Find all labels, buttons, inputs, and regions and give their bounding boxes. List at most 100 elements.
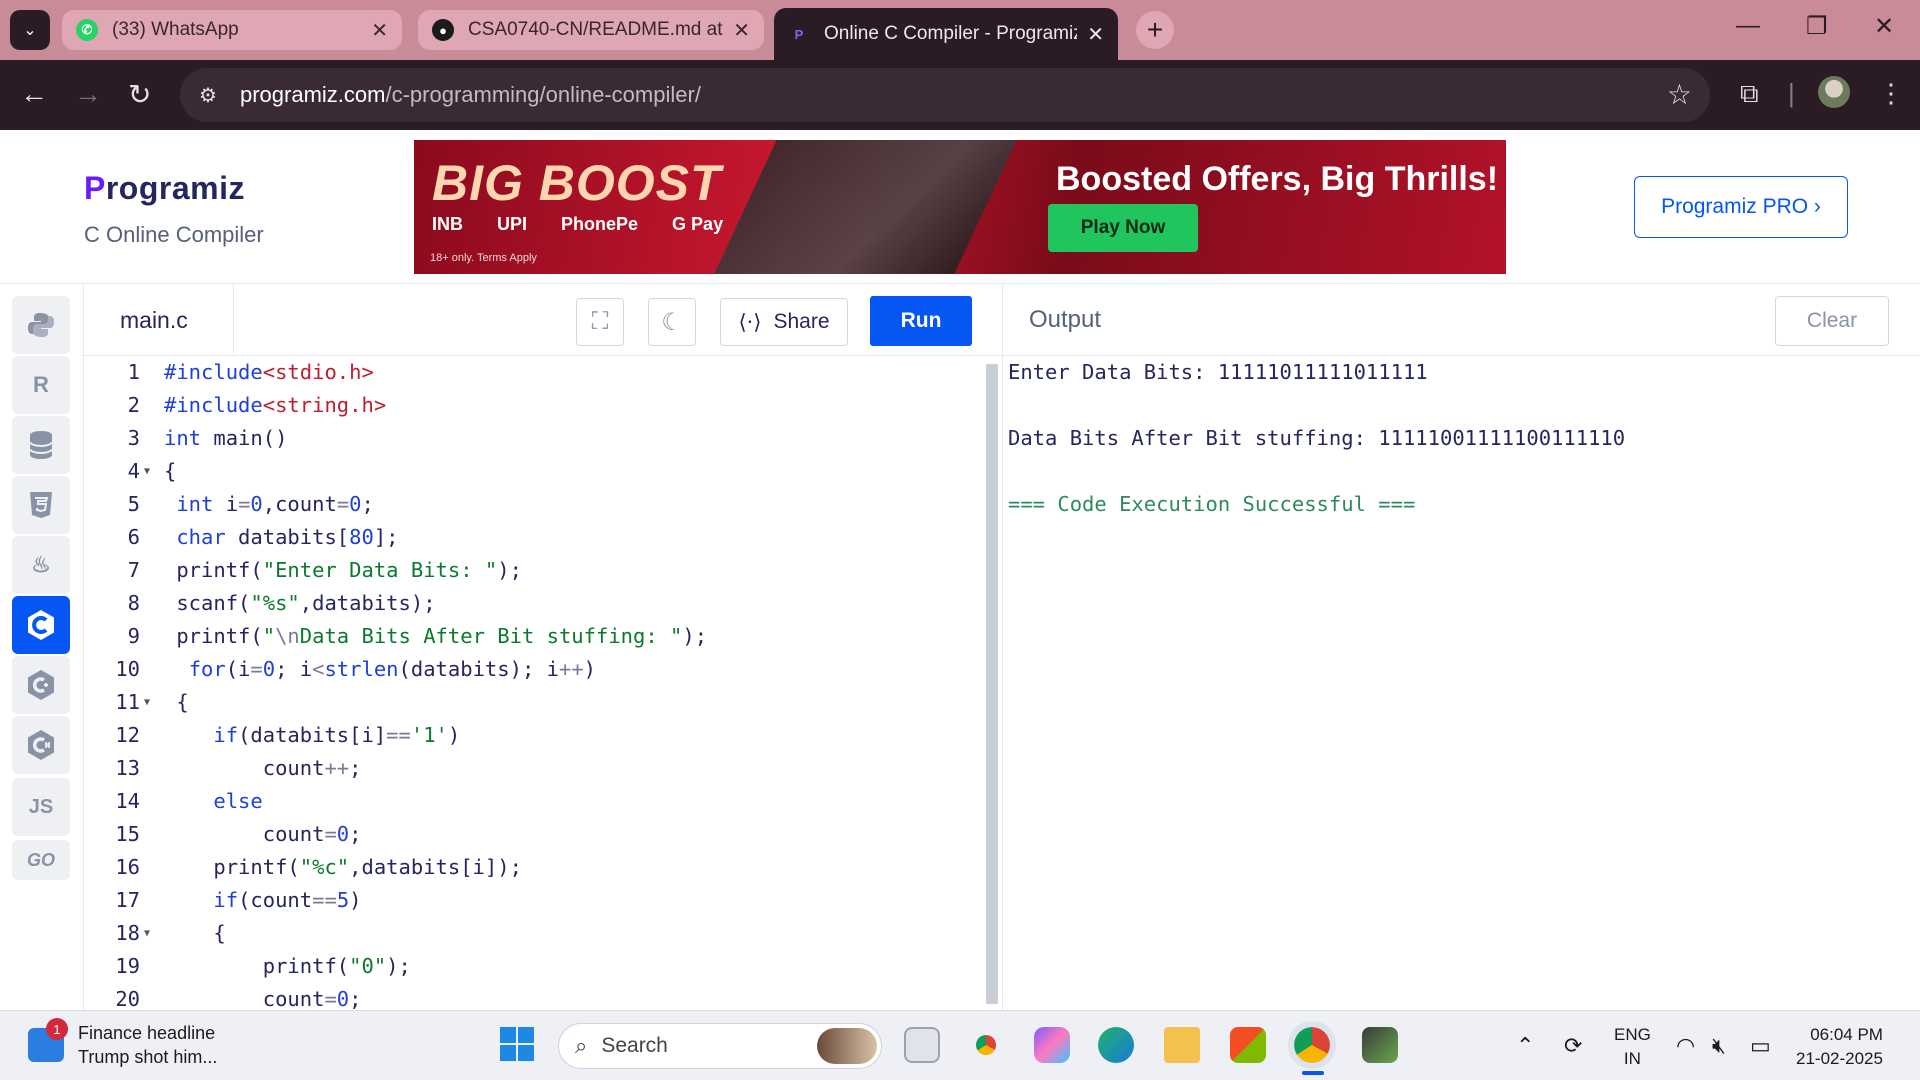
go-language-icon[interactable]: GO (12, 840, 70, 880)
windows-start-icon[interactable] (500, 1027, 534, 1061)
battery-icon[interactable]: ▭ (1750, 1033, 1771, 1059)
forward-icon[interactable]: → (74, 78, 102, 110)
share-button[interactable]: ⟨⋅⟩ Share (720, 298, 848, 346)
region-code: IN (1623, 1049, 1641, 1068)
site-info-icon[interactable]: ⚙ (188, 75, 228, 115)
cpp-language-icon[interactable] (12, 656, 70, 714)
programiz-pro-button[interactable]: Programiz PRO › (1634, 176, 1848, 238)
output-line: Enter Data Bits: 11111011111011111 (1008, 360, 1428, 384)
browser-toolbar: ← → ↻ ⚙ programiz.com/c-programming/onli… (0, 60, 1920, 130)
tab-whatsapp[interactable]: ✆ (33) WhatsApp ✕ (62, 10, 402, 50)
tab-title: Online C Compiler - Programiz (824, 23, 1078, 44)
back-icon[interactable]: ← (20, 78, 48, 110)
toolbar-separator: | (1788, 78, 1795, 108)
logo-initial: P (84, 170, 106, 206)
clear-button[interactable]: Clear (1775, 296, 1889, 346)
code-line: 4 ▼{ (84, 455, 984, 488)
java-icon[interactable]: ♨ (12, 536, 70, 594)
ad-decoration (702, 140, 1026, 274)
copilot-icon[interactable] (1034, 1027, 1070, 1063)
code-line: 10 for(i=0; i<strlen(databits); i++) (115, 657, 597, 681)
output-console[interactable]: Enter Data Bits: 11111011111011111 Data … (1008, 356, 1908, 1010)
ad-terms: 18+ only. Terms Apply (430, 252, 537, 264)
ad-payment-logo: G Pay (672, 214, 724, 234)
new-tab-button[interactable]: + (1136, 11, 1174, 49)
r-language-icon[interactable]: R (12, 356, 70, 414)
close-tab-icon[interactable]: ✕ (733, 18, 750, 43)
code-line: 16 printf("%c",databits[i]); (115, 855, 522, 879)
taskbar-search-box[interactable]: ⌕ Search (558, 1023, 882, 1069)
search-icon: ⌕ (575, 1033, 588, 1058)
ad-payment-logo: PhonePe (561, 214, 639, 234)
code-line: 1 #include<stdio.h> (127, 360, 374, 384)
task-view-icon[interactable] (904, 1027, 940, 1063)
tab-programiz[interactable]: P Online C Compiler - Programiz ✕ (774, 8, 1118, 60)
file-explorer-icon[interactable] (1164, 1027, 1200, 1063)
language-indicator[interactable]: ENG IN (1614, 1023, 1651, 1071)
profile-avatar[interactable] (1818, 76, 1850, 108)
address-bar[interactable]: ⚙ programiz.com/c-programming/online-com… (180, 68, 1710, 122)
sql-database-icon[interactable] (12, 416, 70, 474)
output-header: Output Clear (1003, 284, 1920, 356)
url-text[interactable]: programiz.com/c-programming/online-compi… (240, 82, 701, 108)
code-line: 18 ▼ { (84, 917, 984, 950)
chrome-icon[interactable] (968, 1027, 1004, 1063)
tab-search-menu-button[interactable]: ⌄ (10, 10, 50, 50)
ad-payment-logos: INB UPI PhonePe G Pay (432, 214, 723, 235)
minimize-icon[interactable]: — (1736, 12, 1760, 40)
panel-divider[interactable] (1002, 284, 1003, 1010)
file-tab-main-c[interactable]: main.c (84, 284, 234, 356)
app-icon[interactable] (1362, 1027, 1398, 1063)
javascript-icon[interactable]: JS (12, 778, 70, 836)
extensions-icon[interactable]: ⧉ (1740, 78, 1759, 110)
system-clock[interactable]: 06:04 PM 21-02-2025 (1796, 1023, 1883, 1071)
c-language-icon[interactable] (12, 596, 70, 654)
browser-tab-strip: ⌄ ✆ (33) WhatsApp ✕ ● CSA0740-CN/README.… (0, 0, 1920, 60)
code-line: 6 char databits[80]; (127, 525, 399, 549)
url-host: programiz.com (240, 82, 386, 107)
more-menu-icon[interactable]: ⋮ (1878, 78, 1904, 109)
wifi-icon[interactable]: ◠ (1676, 1033, 1695, 1059)
run-button[interactable]: Run (870, 296, 972, 346)
active-app-indicator (1302, 1071, 1324, 1075)
programiz-logo[interactable]: Programiz (84, 170, 245, 207)
code-editor[interactable]: 1 #include<stdio.h> 2 #include<string.h> 3… (84, 356, 1002, 1010)
ad-play-now-button[interactable]: Play Now (1048, 204, 1198, 252)
fold-arrow-icon[interactable]: ▼ (144, 455, 150, 488)
close-tab-icon[interactable]: ✕ (371, 18, 388, 43)
editor-scrollbar[interactable] (986, 364, 998, 1004)
page-subtitle: C Online Compiler (84, 222, 264, 247)
restore-icon[interactable]: ❐ (1806, 12, 1828, 41)
advertisement-banner[interactable]: BIG BOOST INB UPI PhonePe G Pay 18+ only… (414, 140, 1506, 274)
code-line: 15 count=0; (115, 822, 362, 846)
tab-title: (33) WhatsApp (112, 19, 239, 40)
code-line: 8 scanf("%s",databits); (127, 591, 436, 615)
close-window-icon[interactable]: ✕ (1874, 12, 1894, 41)
show-hidden-icons-chevron[interactable]: ⌃ (1516, 1033, 1534, 1059)
volume-muted-icon[interactable]: 🔇︎ (1712, 1033, 1726, 1059)
tab-title: CSA0740-CN/README.md at m (468, 19, 724, 40)
output-status-line: === Code Execution Successful === (1008, 492, 1416, 516)
news-widget[interactable]: 1 Finance headline Trump shot him... (28, 1018, 217, 1069)
csharp-language-icon[interactable] (12, 716, 70, 774)
close-tab-icon[interactable]: ✕ (1087, 22, 1104, 47)
windows-taskbar: 1 Finance headline Trump shot him... ⌕ S… (0, 1010, 1920, 1080)
edge-icon[interactable] (1098, 1027, 1134, 1063)
fold-arrow-icon[interactable]: ▼ (144, 917, 150, 950)
html5-icon[interactable] (12, 476, 70, 534)
url-path: /c-programming/online-compiler/ (385, 82, 701, 107)
dark-mode-moon-icon[interactable]: ☾ (648, 298, 696, 346)
output-line: Data Bits After Bit stuffing: 1111100111… (1008, 426, 1626, 450)
python-language-icon[interactable] (12, 296, 70, 354)
reload-icon[interactable]: ↻ (128, 78, 151, 111)
sync-icon[interactable]: ⟳ (1564, 1033, 1582, 1059)
language-sidebar: R ♨ JS GO (0, 284, 84, 1010)
tab-github[interactable]: ● CSA0740-CN/README.md at m ✕ (418, 10, 764, 50)
chrome-profile-icon[interactable] (1288, 1021, 1336, 1069)
microsoft-store-icon[interactable] (1230, 1027, 1266, 1063)
fold-arrow-icon[interactable]: ▼ (144, 686, 150, 719)
bookmark-star-icon[interactable]: ☆ (1667, 78, 1692, 111)
language-code: ENG (1614, 1025, 1651, 1044)
code-line: 3 int main() (127, 426, 288, 450)
fullscreen-icon[interactable]: ⛶ (576, 298, 624, 346)
